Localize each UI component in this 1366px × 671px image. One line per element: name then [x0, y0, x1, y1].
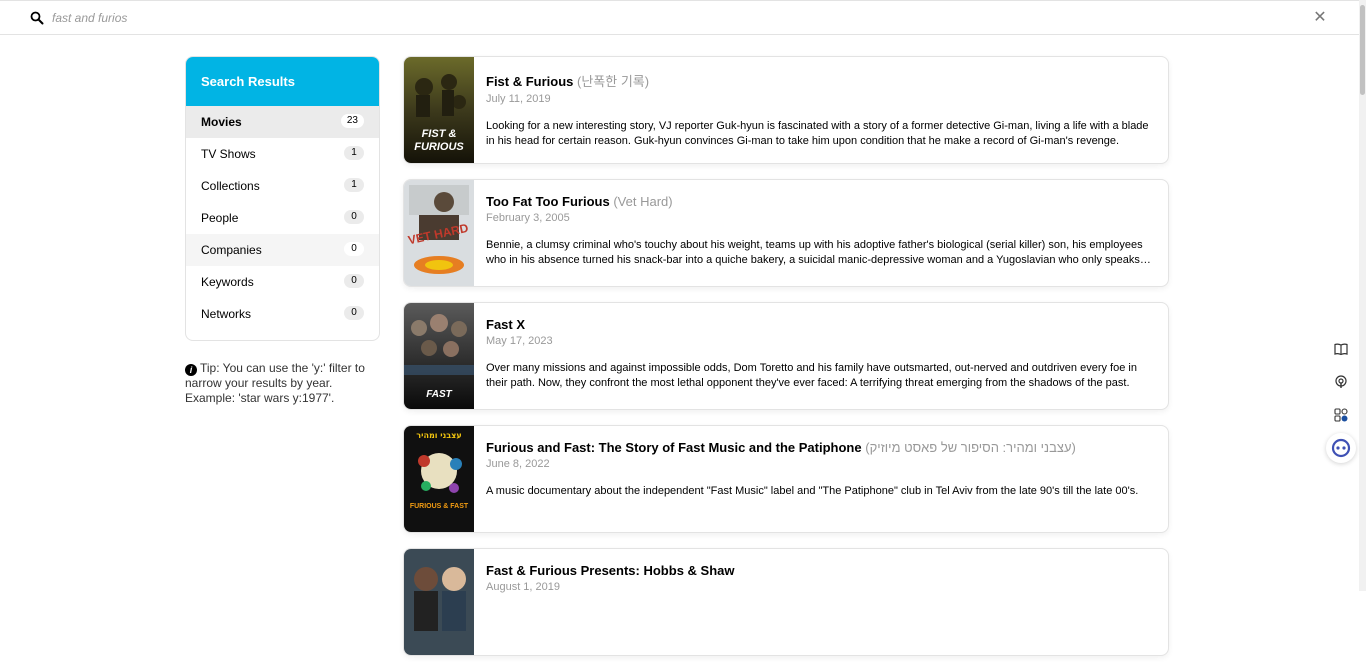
release-date: May 17, 2023: [486, 335, 553, 347]
category-label: TV Shows: [201, 147, 256, 161]
search-icon: [30, 11, 44, 25]
overview-text: Looking for a new interesting story, VJ …: [486, 120, 1149, 147]
category-item-networks[interactable]: Networks 0: [186, 298, 379, 330]
title-text: Fist & Furious: [486, 74, 574, 89]
release-date: August 1, 2019: [486, 581, 561, 593]
info-icon: i: [185, 364, 197, 376]
podcast-icon[interactable]: [1326, 367, 1356, 397]
svg-text:עצבני ומהיר: עצבני ומהיר: [416, 431, 461, 440]
original-title: (난폭한 기록): [577, 74, 650, 89]
title-text: Furious and Fast: The Story of Fast Musi…: [486, 440, 862, 455]
floating-toolbar: [1326, 334, 1356, 466]
search-tip: i Tip: You can use the 'y:' filter to nar…: [185, 361, 385, 406]
title-text: Too Fat Too Furious: [486, 194, 610, 209]
book-icon[interactable]: [1326, 334, 1356, 364]
category-count: 1: [344, 146, 364, 160]
overview-text: [486, 607, 1156, 637]
result-title[interactable]: Fast X: [486, 317, 1156, 332]
result-body: Fast & Furious Presents: Hobbs & Shaw Au…: [486, 563, 1156, 637]
release-date: July 11, 2019: [486, 93, 551, 105]
movie-poster[interactable]: [404, 549, 474, 655]
movie-poster[interactable]: עצבני ומהיר FURIOUS & FAST: [404, 426, 474, 532]
result-title[interactable]: Fist & Furious (난폭한 기록): [486, 71, 1156, 90]
title-text: Fast & Furious Presents: Hobbs & Shaw: [486, 563, 735, 578]
overview-text: A music documentary about the independen…: [486, 485, 1139, 497]
category-count: 0: [344, 306, 364, 320]
svg-text:FURIOUS: FURIOUS: [414, 141, 464, 153]
category-item-people[interactable]: People 0: [186, 202, 379, 234]
original-title: (Vet Hard): [613, 194, 673, 209]
category-list: Movies 23 TV Shows 1 Collections 1 People 0 …: [186, 106, 379, 330]
category-count: 23: [340, 114, 364, 128]
release-date: February 3, 2005: [486, 212, 570, 224]
category-label: Keywords: [201, 275, 254, 289]
category-label: Networks: [201, 307, 252, 321]
category-label: Movies: [201, 115, 242, 129]
results-list: FIST & FURIOUS Fist & Furious (난폭한 기록) J…: [403, 56, 1169, 671]
overview-text: Bennie, a clumsy criminal who's touchy a…: [486, 239, 1143, 266]
result-body: Too Fat Too Furious (Vet Hard) February …: [486, 194, 1156, 268]
category-label: Collections: [201, 179, 260, 193]
result-card[interactable]: FAST Fast X May 17, 2023 Over many missi…: [403, 302, 1169, 410]
movie-poster[interactable]: FIST & FURIOUS: [404, 57, 474, 163]
result-body: Furious and Fast: The Story of Fast Musi…: [486, 440, 1156, 514]
category-item-tv-shows[interactable]: TV Shows 1: [186, 138, 379, 170]
title-text: Fast X: [486, 317, 526, 332]
svg-text:FIST &: FIST &: [422, 128, 457, 140]
apps-icon[interactable]: [1326, 400, 1356, 430]
category-count: 1: [344, 178, 364, 192]
category-label: Companies: [201, 243, 262, 257]
movie-poster[interactable]: VET HARD: [404, 180, 474, 286]
result-body: Fast X May 17, 2023 Over many missions a…: [486, 317, 1156, 391]
category-count: 0: [344, 242, 364, 256]
original-title: (עצבני ומהיר: הסיפור של פאסט מיוזיק): [865, 440, 1076, 455]
category-count: 0: [344, 274, 364, 288]
result-title[interactable]: Fast & Furious Presents: Hobbs & Shaw: [486, 563, 1156, 578]
category-item-collections[interactable]: Collections 1: [186, 170, 379, 202]
search-bar: ✕: [0, 0, 1366, 35]
category-item-keywords[interactable]: Keywords 0: [186, 266, 379, 298]
category-item-companies[interactable]: Companies 0: [186, 234, 379, 266]
result-card[interactable]: VET HARD Too Fat Too Furious (Vet Hard) …: [403, 179, 1169, 287]
search-input[interactable]: [52, 8, 1252, 28]
search-results-panel: Search Results Movies 23 TV Shows 1 Collec…: [185, 56, 380, 341]
category-count: 0: [344, 210, 364, 224]
panel-title: Search Results: [186, 57, 379, 106]
result-title[interactable]: Furious and Fast: The Story of Fast Musi…: [486, 440, 1156, 455]
svg-text:FURIOUS & FAST: FURIOUS & FAST: [410, 503, 469, 510]
movie-poster[interactable]: FAST: [404, 303, 474, 409]
result-card[interactable]: FIST & FURIOUS Fist & Furious (난폭한 기록) J…: [403, 56, 1169, 164]
assistant-icon[interactable]: [1326, 433, 1356, 463]
category-label: People: [201, 211, 239, 225]
result-card[interactable]: Fast & Furious Presents: Hobbs & Shaw Au…: [403, 548, 1169, 656]
scrollbar-thumb[interactable]: [1360, 5, 1365, 95]
category-item-movies[interactable]: Movies 23: [186, 106, 379, 138]
tip-text: Tip: You can use the 'y:' filter to narr…: [185, 361, 365, 405]
page-scrollbar[interactable]: [1359, 0, 1366, 591]
close-icon[interactable]: ✕: [1313, 10, 1327, 26]
result-body: Fist & Furious (난폭한 기록) July 11, 2019 Lo…: [486, 71, 1156, 149]
result-card[interactable]: עצבני ומהיר FURIOUS & FAST Furious and F…: [403, 425, 1169, 533]
overview-text: Over many missions and against impossibl…: [486, 362, 1137, 389]
release-date: June 8, 2022: [486, 458, 550, 470]
svg-text:FAST: FAST: [426, 389, 452, 400]
result-title[interactable]: Too Fat Too Furious (Vet Hard): [486, 194, 1156, 209]
